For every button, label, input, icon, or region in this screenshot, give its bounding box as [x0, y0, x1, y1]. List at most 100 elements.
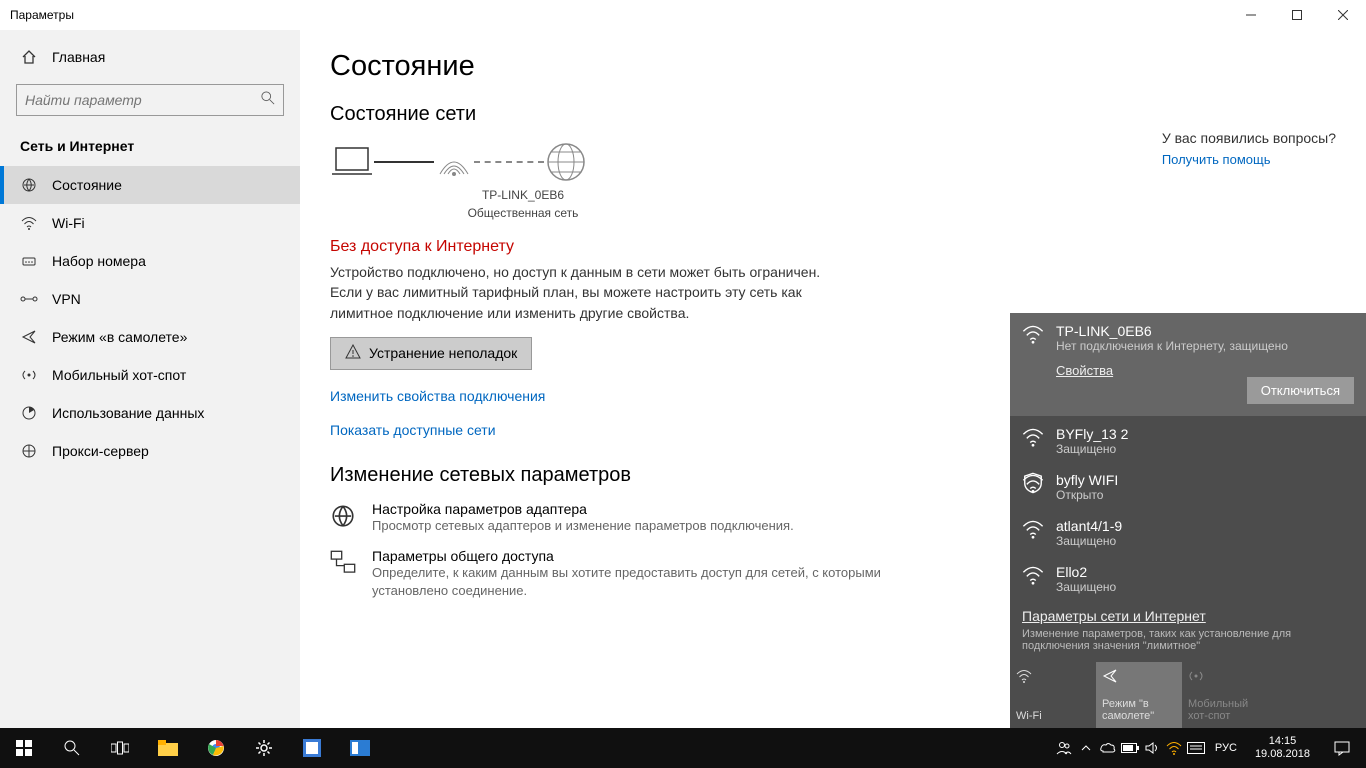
tray-onedrive-icon[interactable] [1099, 739, 1117, 757]
network-settings-desc: Изменение параметров, таких как установл… [1022, 628, 1354, 652]
home-label: Главная [52, 49, 105, 65]
sharing-title: Параметры общего доступа [372, 548, 890, 564]
network-status-heading: Состояние сети [330, 103, 1336, 126]
taskbar-settings[interactable] [240, 728, 288, 768]
taskbar-app-2[interactable] [336, 728, 384, 768]
sharing-desc: Определите, к каким данным вы хотите пре… [372, 564, 890, 599]
status-icon [20, 176, 38, 194]
tile-label: Wi-Fi [1016, 710, 1090, 722]
no-internet-title: Без доступа к Интернету [330, 238, 1336, 256]
taskbar-explorer[interactable] [144, 728, 192, 768]
clock-time: 14:15 [1255, 735, 1310, 748]
network-status: Открыто [1056, 488, 1354, 502]
nav-label: Wi-Fi [52, 215, 85, 231]
get-help-link[interactable]: Получить помощь [1162, 152, 1336, 167]
adapter-desc: Просмотр сетевых адаптеров и изменение п… [372, 517, 794, 535]
tray-clock[interactable]: 14:15 19.08.2018 [1247, 735, 1318, 761]
wifi-icon [1022, 564, 1046, 588]
questions-text: У вас появились вопросы? [1162, 130, 1336, 146]
diagram-network-name: TP-LINK_0EB6 [426, 188, 620, 202]
tray-action-center[interactable] [1322, 728, 1362, 768]
dialup-icon [20, 252, 38, 270]
home-link[interactable]: Главная [0, 40, 300, 74]
network-name: byfly WIFI [1056, 472, 1354, 488]
tray-people-icon[interactable] [1055, 739, 1073, 757]
tray-network-icon[interactable] [1165, 739, 1183, 757]
globe-icon [544, 140, 588, 184]
disconnect-button[interactable]: Отключиться [1247, 377, 1354, 404]
airplane-icon [20, 328, 38, 346]
diagram-network-type: Общественная сеть [426, 206, 620, 220]
close-button[interactable] [1320, 0, 1366, 30]
search-box[interactable] [16, 84, 284, 116]
network-properties-link[interactable]: Свойства [1056, 363, 1113, 378]
hotspot-icon [20, 366, 38, 384]
sidebar-item-dialup[interactable]: Набор номера [0, 242, 300, 280]
hotspot-icon [1188, 668, 1262, 686]
nav-label: Использование данных [52, 405, 204, 421]
data-icon [20, 404, 38, 422]
airplane-icon [1102, 668, 1176, 686]
tile-label: Мобильный хот-спот [1188, 698, 1262, 722]
wifi-icon [1016, 668, 1090, 686]
network-item[interactable]: Ello2 Защищено [1010, 554, 1366, 600]
flyout-tile-hotspot[interactable]: Мобильный хот-спот [1182, 662, 1268, 728]
sidebar-item-proxy[interactable]: Прокси-сервер [0, 432, 300, 470]
vpn-icon [20, 290, 38, 308]
network-status: Нет подключения к Интернету, защищено [1056, 339, 1354, 353]
taskbar-app-1[interactable] [288, 728, 336, 768]
sidebar-item-hotspot[interactable]: Мобильный хот-спот [0, 356, 300, 394]
flyout-tile-airplane[interactable]: Режим "в самолете" [1096, 662, 1182, 728]
taskbar: РУС 14:15 19.08.2018 [0, 728, 1366, 768]
flyout-tiles: Wi-Fi Режим "в самолете" Мобильный хот-с… [1010, 662, 1366, 728]
network-status: Защищено [1056, 580, 1354, 594]
wifi-icon [20, 214, 38, 232]
tray-chevron-up-icon[interactable] [1077, 739, 1095, 757]
flyout-tile-wifi[interactable]: Wi-Fi [1010, 662, 1096, 728]
sidebar-item-wifi[interactable]: Wi-Fi [0, 204, 300, 242]
nav-label: Режим «в самолете» [52, 329, 187, 345]
warning-icon [345, 344, 361, 363]
maximize-button[interactable] [1274, 0, 1320, 30]
network-settings-link[interactable]: Параметры сети и Интернет [1022, 608, 1354, 624]
troubleshoot-button[interactable]: Устранение неполадок [330, 337, 532, 370]
sharing-settings-link[interactable]: Параметры общего доступа Определите, к к… [330, 548, 890, 599]
laptop-icon [330, 144, 374, 180]
sidebar-item-status[interactable]: Состояние [0, 166, 300, 204]
network-item[interactable]: BYFly_13 2 Защищено [1010, 416, 1366, 462]
taskbar-chrome[interactable] [192, 728, 240, 768]
network-item[interactable]: atlant4/1-9 Защищено [1010, 508, 1366, 554]
sidebar-item-data-usage[interactable]: Использование данных [0, 394, 300, 432]
wifi-icon [1022, 518, 1046, 542]
sidebar: Главная Сеть и Интернет Состояние Wi-Fi … [0, 30, 300, 728]
tray-volume-icon[interactable] [1143, 739, 1161, 757]
nav-label: Состояние [52, 177, 122, 193]
sidebar-section-title: Сеть и Интернет [0, 126, 300, 166]
nav-label: Прокси-сервер [52, 443, 149, 459]
proxy-icon [20, 442, 38, 460]
questions-aside: У вас появились вопросы? Получить помощь [1162, 130, 1336, 167]
no-internet-body: Устройство подключено, но доступ к данны… [330, 262, 850, 323]
sidebar-item-airplane[interactable]: Режим «в самолете» [0, 318, 300, 356]
sharing-icon [330, 550, 358, 578]
search-button[interactable] [48, 728, 96, 768]
system-tray: РУС 14:15 19.08.2018 [1055, 728, 1366, 768]
network-item-selected[interactable]: TP-LINK_0EB6 Нет подключения к Интернету… [1010, 313, 1366, 363]
start-button[interactable] [0, 728, 48, 768]
network-flyout: TP-LINK_0EB6 Нет подключения к Интернету… [1010, 313, 1366, 728]
adapter-settings-link[interactable]: Настройка параметров адаптера Просмотр с… [330, 501, 890, 535]
task-view-button[interactable] [96, 728, 144, 768]
search-input[interactable] [25, 92, 261, 108]
search-icon [261, 91, 275, 110]
wifi-icon [1022, 323, 1046, 347]
network-name: Ello2 [1056, 564, 1354, 580]
tray-keyboard-icon[interactable] [1187, 739, 1205, 757]
tray-battery-icon[interactable] [1121, 739, 1139, 757]
network-item[interactable]: byfly WIFI Открыто [1010, 462, 1366, 508]
home-icon [20, 48, 38, 66]
troubleshoot-label: Устранение неполадок [369, 345, 517, 361]
tray-language[interactable]: РУС [1209, 728, 1243, 768]
minimize-button[interactable] [1228, 0, 1274, 30]
wifi-router-icon [434, 144, 474, 180]
sidebar-item-vpn[interactable]: VPN [0, 280, 300, 318]
